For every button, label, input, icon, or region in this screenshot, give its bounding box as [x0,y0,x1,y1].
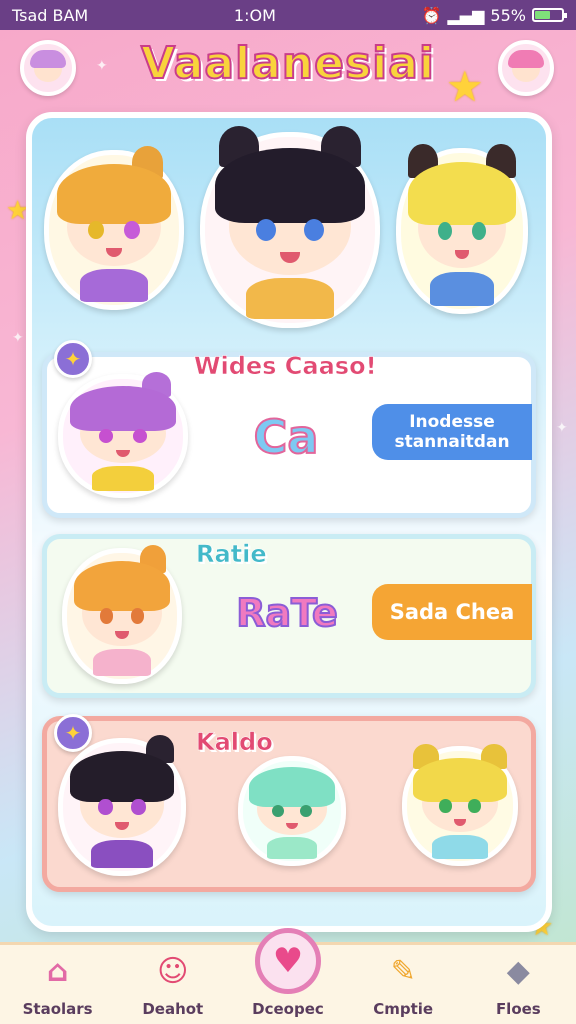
paint-icon: ✎ [390,953,416,989]
nav-label: Deahot [142,1000,204,1018]
character-eye [438,799,452,813]
character-eye [468,799,482,813]
character-body [266,837,318,859]
card-action-button[interactable]: Sada Chea [372,584,532,640]
character-body [245,278,335,320]
character-hair [56,164,172,224]
character-sticker-mint[interactable] [238,756,346,866]
nav-label: Cmptie [373,1000,434,1018]
nav-label: Staolars [22,1000,93,1018]
sparkle-icon: ✦ [556,420,568,436]
character-body [91,840,153,869]
nav-item-home[interactable]: ⌂ Staolars [8,948,108,1019]
friend-avatar[interactable] [498,40,554,96]
character-eye [124,221,140,239]
signal-icon: ▂▄▆ [447,5,485,25]
character-sticker-ginger[interactable] [62,545,182,684]
character-body [91,465,155,491]
bottom-nav: ⌂ Staolars ☺ Deahot ♥ Dceopec ✎ Cmptie ◆… [0,928,576,1024]
character-sticker-blonde[interactable] [396,143,528,314]
nav-item-gems[interactable]: ◆ Floes [468,948,568,1019]
character-hair [70,750,174,802]
nav-label: Dceopec [252,1000,324,1018]
character-body [430,271,494,306]
character-hair [215,148,365,223]
home-icon: ⌂ [46,953,69,989]
card-title: Wides Caaso! [194,352,377,381]
card-art-logo: Ca [253,410,320,464]
battery-percent: 55% [490,5,526,25]
alarm-icon: ⏰ [421,5,442,25]
heart-icon: ♥ [254,928,321,994]
character-sticker-black[interactable] [200,125,380,328]
status-icons: ⏰ ▂▄▆ 55% [421,5,567,25]
clock: 1:OM [233,5,276,25]
profile-avatar[interactable] [20,40,76,96]
character-hair [248,767,336,807]
sparkle-icon: ✦ [12,330,24,346]
card-title: Kaldo [196,728,273,757]
nav-label: Floes [495,1000,541,1018]
character-body [93,648,151,677]
character-hair [73,560,171,611]
character-sticker-purple[interactable] [58,372,188,498]
character-hair [408,162,516,225]
card-art-logo: RaTe [235,591,339,635]
character-eye [299,805,312,817]
character-eye [100,608,114,624]
avatar-hair [508,50,544,68]
character-body [80,269,148,302]
status-bar: Tsad BAM 1:OM ⏰ ▂▄▆ 55% [0,0,576,30]
sparkle-badge-icon: ✦ [54,340,92,378]
character-hair [413,757,507,802]
character-body [432,834,488,859]
battery-icon [531,8,567,22]
character-eye [130,608,144,624]
gem-icon: ◆ [506,953,530,989]
nav-item-character[interactable]: ☺ Deahot [123,948,223,1019]
battery-level [534,11,551,19]
character-icon: ☺ [157,953,189,989]
character-eye [99,429,114,443]
character-eye [132,429,147,443]
character-eye [88,221,104,239]
character-sticker-orange[interactable] [44,146,184,310]
character-hair [70,385,176,432]
card-title: Ratie [196,540,267,569]
avatar-hair [30,50,66,68]
character-eye [131,799,146,815]
app-title: Vaalanesiai [140,37,435,90]
carrier-time: Tsad BAM [12,5,89,25]
sparkle-icon: ✦ [96,58,108,74]
character-sticker-yellow[interactable] [402,744,518,866]
character-sticker-dark[interactable] [58,735,186,876]
character-eye [98,799,113,815]
sparkle-badge-icon: ✦ [54,714,92,752]
nav-item-favorites[interactable]: ♥ Dceopec [238,928,338,1018]
card-action-button[interactable]: Inodesse stannaitdan [372,404,532,460]
character-eye [303,218,324,242]
nav-item-create[interactable]: ✎ Cmptie [353,948,453,1019]
